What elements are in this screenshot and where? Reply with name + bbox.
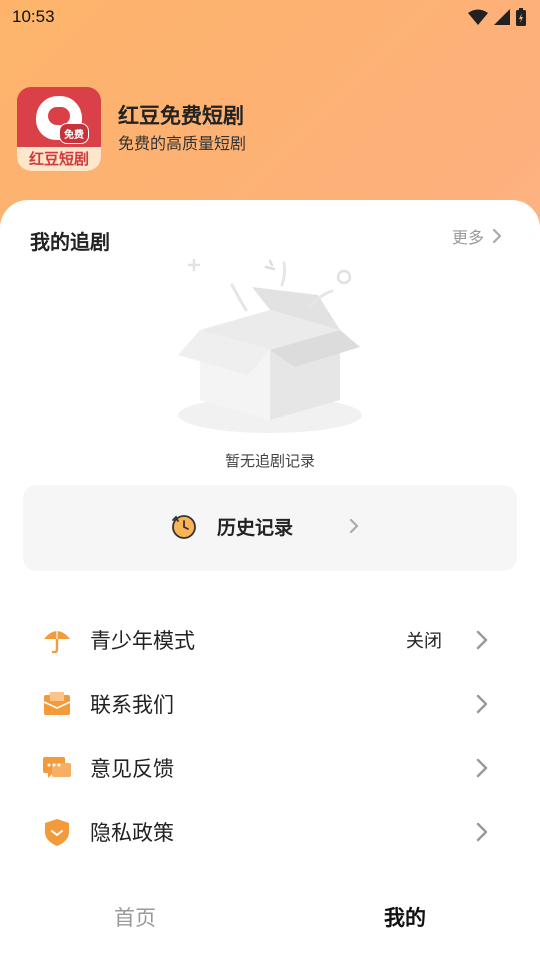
app-name: 红豆免费短剧 [118, 104, 244, 128]
youth-mode-status: 关闭 [406, 631, 442, 652]
umbrella-icon [44, 629, 70, 654]
app-slogan: 免费的高质量短剧 [118, 134, 247, 153]
empty-box-illustration [178, 258, 362, 433]
wifi-icon [468, 9, 488, 25]
chat-icon [43, 757, 71, 778]
empty-state-text: 暂无追剧记录 [224, 452, 315, 470]
menu-label: 隐私政策 [90, 821, 174, 845]
menu-label: 联系我们 [90, 693, 174, 717]
menu-label: 意见反馈 [90, 757, 174, 781]
menu-item-youth-mode[interactable]: 青少年模式 关闭 [0, 608, 540, 672]
chevron-right-icon [492, 228, 502, 244]
app-profile: 免费 红豆短剧 红豆免费短剧 免费的高质量短剧 [17, 87, 246, 171]
history-label: 历史记录 [217, 517, 294, 539]
tab-home[interactable]: 首页 [0, 890, 270, 946]
main-card: 我的追剧 更多 暂无追剧记录 历史记录 青少年模式 关闭 联系我们 意见反馈 隐… [0, 200, 540, 960]
more-label: 更多 [451, 228, 484, 247]
menu-item-privacy-policy[interactable]: 隐私政策 [0, 800, 540, 864]
menu-item-contact-us[interactable]: 联系我们 [0, 672, 540, 736]
clock-history-icon [172, 514, 196, 539]
status-bar: 10:53 [0, 0, 540, 34]
shield-icon [45, 819, 69, 846]
chevron-right-icon [476, 630, 488, 650]
logo-badge: 免费 [59, 123, 89, 144]
menu-label: 青少年模式 [90, 629, 195, 653]
chevron-right-icon [349, 518, 359, 534]
menu-item-feedback[interactable]: 意见反馈 [0, 736, 540, 800]
status-time: 10:53 [12, 7, 55, 26]
mail-icon [43, 692, 71, 715]
settings-menu: 青少年模式 关闭 联系我们 意见反馈 隐私政策 [0, 608, 540, 864]
chevron-right-icon [476, 694, 488, 714]
chevron-right-icon [476, 822, 488, 842]
status-icons [468, 8, 526, 26]
signal-icon [494, 9, 510, 25]
chevron-right-icon [476, 758, 488, 778]
battery-icon [516, 8, 526, 26]
bottom-tab-bar: 首页 我的 [0, 890, 540, 946]
logo-text: 红豆短剧 [17, 147, 101, 171]
app-logo: 免费 红豆短剧 [17, 87, 101, 171]
following-title: 我的追剧 [30, 230, 110, 254]
history-button[interactable]: 历史记录 [23, 485, 517, 571]
more-link[interactable]: 更多 [452, 224, 502, 248]
tab-mine[interactable]: 我的 [270, 890, 540, 946]
